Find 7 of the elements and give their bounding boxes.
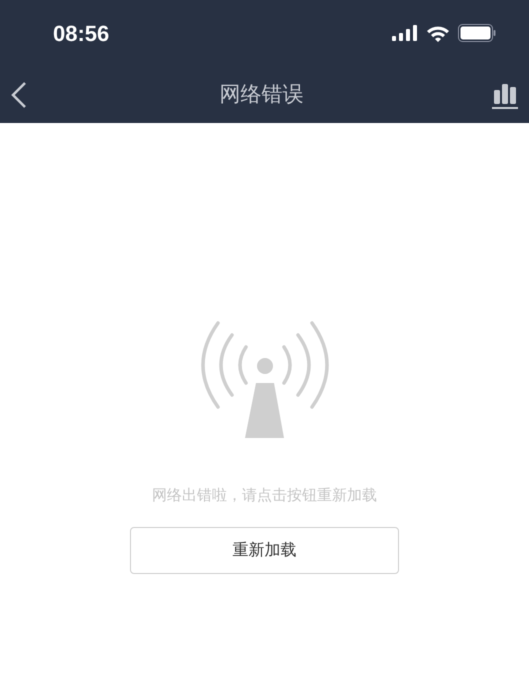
status-time: 08:56	[53, 20, 110, 48]
page-title: 网络错误	[220, 80, 304, 108]
wifi-icon	[426, 24, 450, 42]
error-message: 网络出错啦，请点击按钮重新加载	[152, 485, 377, 506]
battery-icon	[458, 24, 496, 42]
reload-button[interactable]: 重新加载	[130, 526, 399, 574]
signal-icon	[392, 25, 418, 41]
